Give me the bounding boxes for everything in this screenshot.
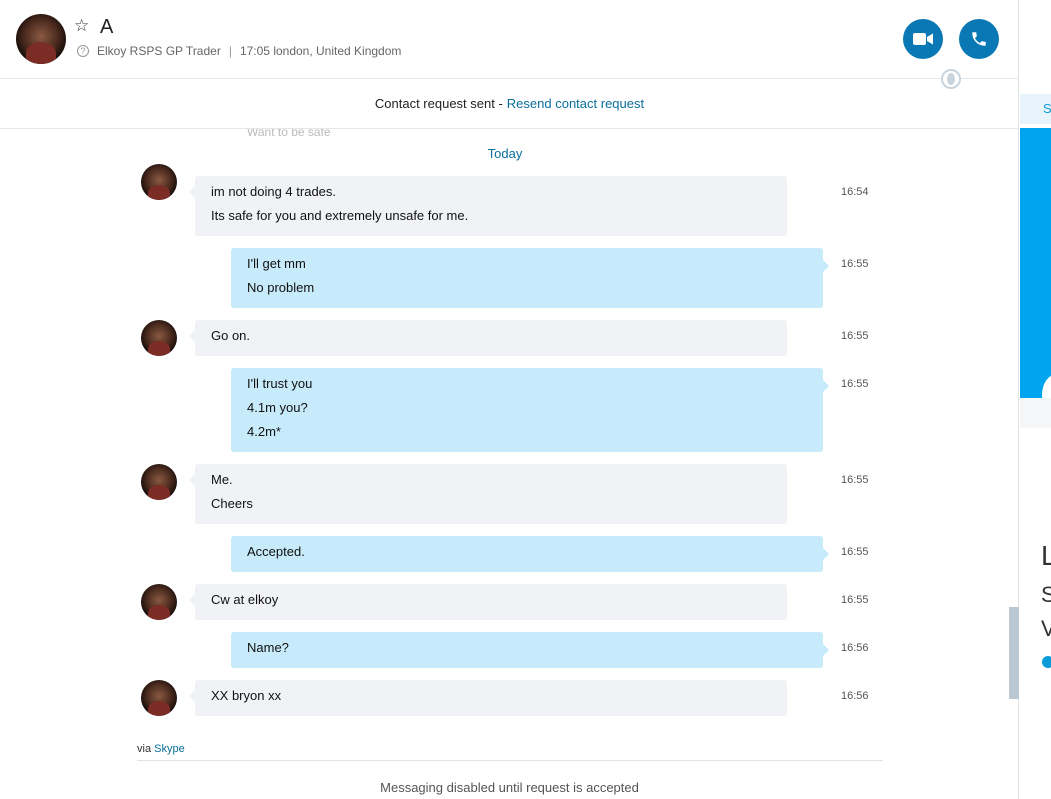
help-circle-icon[interactable]: ? (77, 45, 89, 57)
message-text: 4.2m* (247, 424, 281, 439)
message-text: Go on. (211, 328, 251, 343)
message-text: Name? (247, 640, 289, 655)
phone-icon (972, 32, 986, 46)
message-timestamp: 16:56 (841, 690, 869, 702)
skype-link[interactable]: Skype (154, 743, 185, 755)
outgoing-message[interactable]: Name? 16:56 (0, 632, 1019, 668)
chat-pane: ☆ A ? Elkoy RSPS GP Trader | 17:05 londo… (0, 0, 1019, 799)
side-panel: S L S V (1019, 0, 1051, 799)
star-icon[interactable]: ☆ (74, 16, 89, 36)
message-timestamp: 16:54 (841, 186, 869, 198)
side-banner-base (1020, 398, 1051, 428)
resend-request-link[interactable]: Resend contact request (507, 96, 644, 111)
side-text-letter: V (1041, 616, 1051, 641)
side-text-letter: S (1041, 582, 1051, 607)
messaging-disabled-note: Messaging disabled until request is acce… (380, 780, 639, 795)
video-call-icon (913, 33, 933, 45)
message-text: Cw at elkoy (211, 592, 279, 607)
audio-call-button[interactable] (959, 19, 999, 59)
incoming-message[interactable]: im not doing 4 trades. Its safe for you a… (0, 164, 1019, 236)
message-timestamp: 16:55 (841, 378, 869, 390)
message-text: 4.1m you? (247, 400, 308, 415)
faded-message-text: Want to be safe (247, 129, 331, 139)
message-bubble[interactable]: Name? (231, 632, 829, 668)
chat-header: ☆ A ? Elkoy RSPS GP Trader | 17:05 londo… (0, 0, 1019, 89)
message-timestamp: 16:55 (841, 594, 869, 606)
message-text: Cheers (211, 496, 253, 511)
via-skype-label: via Skype (137, 743, 185, 755)
video-call-button[interactable] (903, 19, 943, 59)
contact-info: ? Elkoy RSPS GP Trader | 17:05 london, U… (77, 44, 401, 58)
message-timestamp: 16:55 (841, 330, 869, 342)
message-bubble[interactable]: Me. Cheers (189, 464, 787, 524)
divider-bar: | (228, 44, 232, 58)
contact-request-bar: Contact request sent - Resend contact re… (0, 79, 1019, 129)
message-timestamp: 16:55 (841, 546, 869, 558)
message-list[interactable]: Want to be safe Today im not doing 4 tra… (0, 129, 1019, 741)
sender-avatar[interactable] (141, 320, 177, 356)
message-bubble[interactable]: im not doing 4 trades. Its safe for you a… (189, 176, 787, 236)
day-separator: Today (487, 146, 523, 161)
incoming-message[interactable]: XX bryon xx 16:56 (0, 680, 1019, 716)
side-panel-tab[interactable]: S (1020, 94, 1051, 124)
message-bubble[interactable]: XX bryon xx (189, 680, 787, 716)
sender-avatar[interactable] (141, 680, 177, 716)
message-bubble[interactable]: I'll get mm No problem (231, 248, 829, 308)
footer-divider (137, 760, 883, 761)
message-text: Its safe for you and extremely unsafe fo… (211, 208, 469, 223)
message-bubble[interactable]: Cw at elkoy (189, 584, 787, 620)
message-text: I'll trust you (247, 376, 313, 391)
contact-name[interactable]: A (100, 16, 113, 39)
scrollbar-thumb[interactable] (1009, 607, 1019, 699)
incoming-message[interactable]: Me. Cheers 16:55 (0, 464, 1019, 524)
contact-avatar[interactable] (16, 14, 66, 64)
contact-location: 17:05 london, United Kingdom (239, 44, 402, 58)
outgoing-message[interactable]: Accepted. 16:55 (0, 536, 1019, 572)
contact-mood: Elkoy RSPS GP Trader (97, 44, 221, 58)
sender-avatar[interactable] (141, 584, 177, 620)
message-bubble[interactable]: I'll trust you 4.1m you? 4.2m* (231, 368, 829, 452)
message-bubble[interactable]: Go on. (189, 320, 787, 356)
message-text: Accepted. (247, 544, 305, 559)
message-timestamp: 16:55 (841, 474, 869, 486)
side-heading-letter: L (1041, 540, 1051, 571)
message-text: I'll get mm (247, 256, 306, 271)
skype-window: ☆ A ? Elkoy RSPS GP Trader | 17:05 londo… (0, 0, 1051, 799)
side-banner-image (1020, 128, 1051, 456)
message-bubble[interactable]: Accepted. (231, 536, 829, 572)
message-text: XX bryon xx (211, 688, 282, 703)
outgoing-message[interactable]: I'll get mm No problem 16:55 (0, 248, 1019, 308)
request-status-text: Contact request sent - (374, 96, 503, 111)
side-bullet-icon (1042, 656, 1051, 668)
message-timestamp: 16:56 (841, 642, 869, 654)
via-text: via (137, 743, 152, 755)
outgoing-message[interactable]: I'll trust you 4.1m you? 4.2m* 16:55 (0, 368, 1019, 452)
sender-avatar[interactable] (141, 164, 177, 200)
sender-avatar[interactable] (141, 464, 177, 500)
message-text: Me. (211, 472, 233, 487)
incoming-message[interactable]: Go on. 16:55 (0, 320, 1019, 356)
message-text: im not doing 4 trades. (211, 184, 337, 199)
message-timestamp: 16:55 (841, 258, 869, 270)
message-text: No problem (247, 280, 315, 295)
incoming-message[interactable]: Cw at elkoy 16:55 (0, 584, 1019, 620)
